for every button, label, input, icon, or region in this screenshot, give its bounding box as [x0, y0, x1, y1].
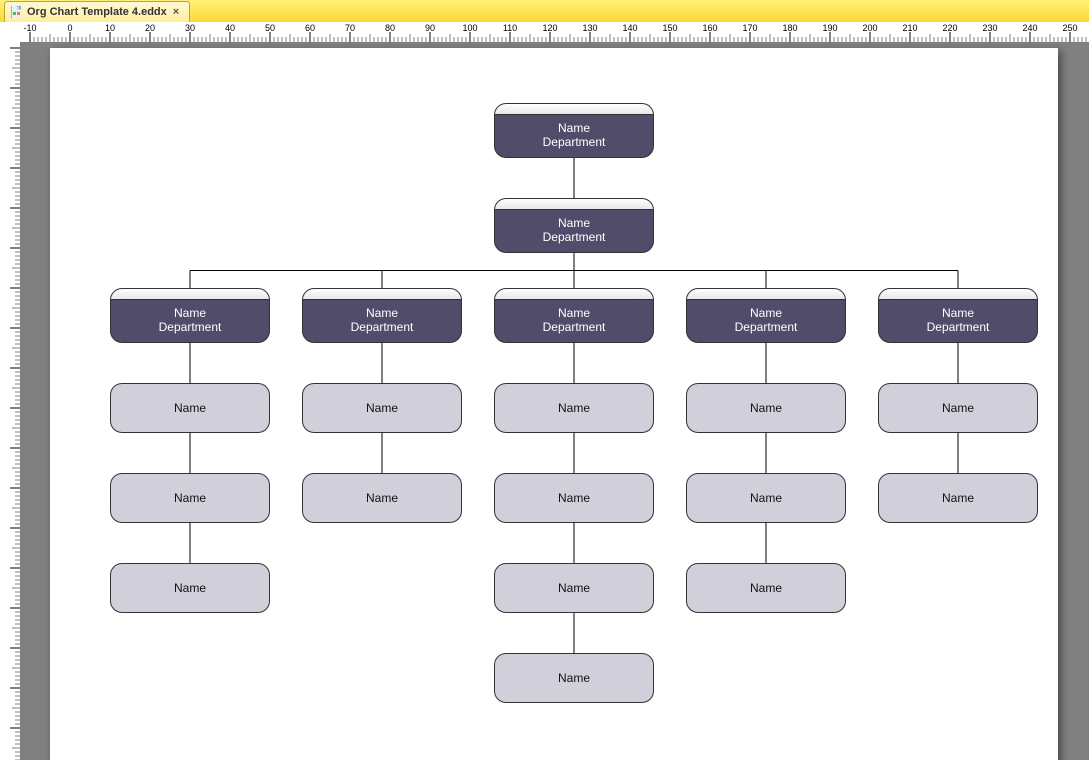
ruler-tick-label: 10 — [105, 23, 115, 33]
document-tab[interactable]: Org Chart Template 4.eddx × — [4, 1, 190, 22]
ruler-tick-label: 240 — [1022, 23, 1037, 33]
ruler-tick-label: 210 — [902, 23, 917, 33]
card-department: Department — [111, 320, 269, 334]
ruler-tick-label: 220 — [942, 23, 957, 33]
department-card[interactable]: NameDepartment — [302, 288, 462, 343]
canvas-area[interactable]: NameDepartmentNameDepartmentNameDepartme… — [20, 42, 1089, 760]
document-tab-title: Org Chart Template 4.eddx — [27, 6, 167, 18]
card-name: Name — [687, 306, 845, 320]
ruler-tick-label: 170 — [742, 23, 757, 33]
department-card[interactable]: NameDepartment — [686, 288, 846, 343]
ruler-tick-label: 50 — [265, 23, 275, 33]
root-card[interactable]: NameDepartment — [494, 103, 654, 158]
member-card[interactable]: Name — [686, 473, 846, 523]
ruler-tick-label: 110 — [503, 23, 517, 33]
card-department: Department — [495, 135, 653, 149]
sub-root-card[interactable]: NameDepartment — [494, 198, 654, 253]
ruler-tick-label: 100 — [462, 23, 477, 33]
ruler-tick-label: 150 — [662, 23, 677, 33]
ruler-tick-label: 30 — [185, 23, 195, 33]
member-card[interactable]: Name — [110, 473, 270, 523]
member-card[interactable]: Name — [494, 563, 654, 613]
ruler-tick-label: 180 — [782, 23, 797, 33]
member-card[interactable]: Name — [878, 473, 1038, 523]
card-name: Name — [495, 216, 653, 230]
tab-close-icon[interactable]: × — [173, 6, 179, 18]
ruler-tick-label: 0 — [67, 23, 72, 33]
card-department: Department — [495, 230, 653, 244]
member-card[interactable]: Name — [110, 383, 270, 433]
tab-strip: Org Chart Template 4.eddx × — [0, 0, 1089, 23]
card-department: Department — [687, 320, 845, 334]
ruler-corner — [0, 22, 21, 43]
ruler-tick-label: 120 — [542, 23, 557, 33]
card-department: Department — [495, 320, 653, 334]
ruler-tick-label: 190 — [822, 23, 837, 33]
member-card[interactable]: Name — [302, 473, 462, 523]
ruler-tick-label: 80 — [385, 23, 395, 33]
vertical-ruler[interactable] — [0, 42, 21, 760]
card-header-stripe — [687, 289, 845, 300]
ruler-tick-label: 140 — [622, 23, 637, 33]
ruler-tick-label: 160 — [702, 23, 717, 33]
card-name: Name — [495, 306, 653, 320]
member-card[interactable]: Name — [686, 563, 846, 613]
member-card[interactable]: Name — [302, 383, 462, 433]
ruler-tick-label: 40 — [225, 23, 235, 33]
card-name: Name — [879, 306, 1037, 320]
document-icon — [11, 6, 23, 18]
department-card[interactable]: NameDepartment — [494, 288, 654, 343]
card-name: Name — [495, 121, 653, 135]
ruler-tick-label: 70 — [345, 23, 355, 33]
card-header-stripe — [495, 104, 653, 115]
card-department: Department — [303, 320, 461, 334]
card-name: Name — [111, 306, 269, 320]
ruler-tick-label: 130 — [582, 23, 597, 33]
card-department: Department — [879, 320, 1037, 334]
member-card[interactable]: Name — [494, 383, 654, 433]
ruler-tick-label: 230 — [982, 23, 997, 33]
card-header-stripe — [879, 289, 1037, 300]
ruler-tick-label: 20 — [145, 23, 155, 33]
ruler-tick-label: -10 — [23, 23, 36, 33]
member-card[interactable]: Name — [494, 473, 654, 523]
card-header-stripe — [111, 289, 269, 300]
ruler-tick-label: 90 — [425, 23, 435, 33]
member-card[interactable]: Name — [878, 383, 1038, 433]
department-card[interactable]: NameDepartment — [110, 288, 270, 343]
card-header-stripe — [303, 289, 461, 300]
page[interactable]: NameDepartmentNameDepartmentNameDepartme… — [50, 48, 1058, 760]
ruler-tick-label: 200 — [862, 23, 877, 33]
card-name: Name — [303, 306, 461, 320]
org-chart-diagram: NameDepartmentNameDepartmentNameDepartme… — [50, 48, 1058, 760]
ruler-tick-label: 250 — [1062, 23, 1077, 33]
horizontal-ruler[interactable]: -10 0 10 20 30 40 50 60 70 80 90 100 110 120 130 140 150… — [20, 22, 1089, 43]
member-card[interactable]: Name — [494, 653, 654, 703]
ruler-tick-label: 60 — [305, 23, 315, 33]
member-card[interactable]: Name — [110, 563, 270, 613]
card-header-stripe — [495, 289, 653, 300]
member-card[interactable]: Name — [686, 383, 846, 433]
department-card[interactable]: NameDepartment — [878, 288, 1038, 343]
card-header-stripe — [495, 199, 653, 210]
